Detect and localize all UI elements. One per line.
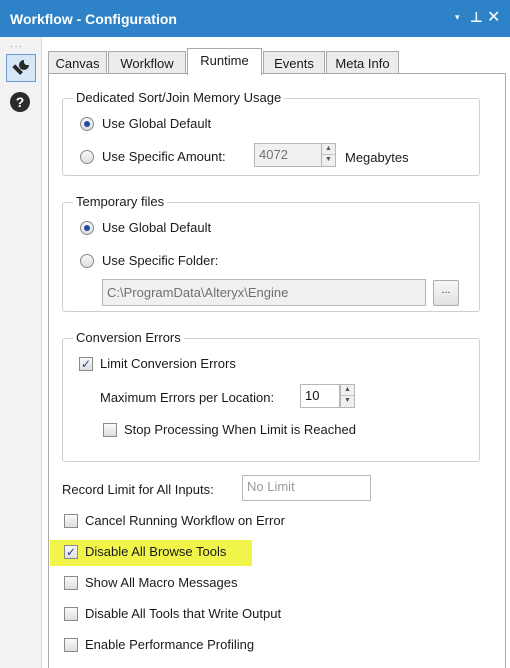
spin-up-icon[interactable]: ▲: [341, 385, 354, 396]
enable-profiling-checkbox[interactable]: [64, 638, 78, 652]
runtime-panel: Dedicated Sort/Join Memory Usage Use Glo…: [48, 73, 506, 668]
temp-files-group: Temporary files Use Global Default Use S…: [62, 194, 480, 312]
max-errors-label: Maximum Errors per Location:: [100, 390, 275, 405]
memory-global-label: Use Global Default: [102, 116, 212, 131]
conversion-errors-group: Conversion Errors ✓ Limit Conversion Err…: [62, 330, 480, 462]
memory-amount-spinner[interactable]: ▲ ▼: [321, 143, 336, 167]
tab-meta-info[interactable]: Meta Info: [326, 51, 399, 74]
memory-global-radio[interactable]: [80, 117, 94, 131]
show-macro-messages-label: Show All Macro Messages: [85, 575, 238, 590]
cancel-on-error-label: Cancel Running Workflow on Error: [85, 513, 285, 528]
memory-specific-radio[interactable]: [80, 150, 94, 164]
temp-global-radio[interactable]: [80, 221, 94, 235]
limit-conversion-label: Limit Conversion Errors: [100, 356, 236, 371]
memory-amount-input[interactable]: 4072: [254, 143, 322, 167]
tab-canvas[interactable]: Canvas: [48, 51, 107, 74]
window-title: Workflow - Configuration: [10, 11, 177, 27]
tab-workflow[interactable]: Workflow: [108, 51, 186, 74]
stop-processing-label: Stop Processing When Limit is Reached: [124, 422, 356, 437]
conversion-group-legend: Conversion Errors: [73, 330, 184, 345]
browse-folder-button[interactable]: ...: [433, 280, 459, 306]
memory-unit-label: Megabytes: [345, 150, 409, 165]
window-menu-dropdown-icon[interactable]: ▾: [455, 12, 460, 23]
config-sidebar: ··· ?: [0, 37, 42, 668]
max-errors-input[interactable]: 10: [300, 384, 340, 408]
help-icon[interactable]: ?: [10, 92, 30, 112]
wrench-icon[interactable]: [6, 54, 36, 82]
memory-group: Dedicated Sort/Join Memory Usage Use Glo…: [62, 90, 480, 176]
show-macro-messages-checkbox[interactable]: [64, 576, 78, 590]
temp-specific-radio[interactable]: [80, 254, 94, 268]
disable-browse-checkbox[interactable]: ✓: [64, 545, 78, 559]
title-bar: Workflow - Configuration ▾ ⊥ ✕: [0, 0, 510, 37]
pin-icon[interactable]: ⊥: [470, 9, 483, 26]
drag-handle-icon[interactable]: ···: [10, 41, 23, 52]
tab-runtime[interactable]: Runtime: [187, 48, 262, 75]
temp-group-legend: Temporary files: [73, 194, 168, 209]
record-limit-label: Record Limit for All Inputs:: [62, 482, 214, 497]
close-icon[interactable]: ✕: [487, 7, 500, 27]
record-limit-input[interactable]: No Limit: [242, 475, 371, 501]
max-errors-spinner[interactable]: ▲ ▼: [340, 384, 355, 408]
limit-conversion-checkbox[interactable]: ✓: [79, 357, 93, 371]
spin-down-icon[interactable]: ▼: [341, 396, 354, 407]
stop-processing-checkbox[interactable]: [103, 423, 117, 437]
disable-browse-label: Disable All Browse Tools: [85, 544, 227, 559]
cancel-on-error-checkbox[interactable]: [64, 514, 78, 528]
spin-down-icon[interactable]: ▼: [322, 155, 335, 166]
memory-specific-label: Use Specific Amount:: [102, 149, 226, 164]
temp-global-label: Use Global Default: [102, 220, 212, 235]
spin-up-icon[interactable]: ▲: [322, 144, 335, 155]
temp-folder-input[interactable]: C:\ProgramData\Alteryx\Engine: [102, 279, 426, 306]
disable-write-output-checkbox[interactable]: [64, 607, 78, 621]
temp-specific-label: Use Specific Folder:: [102, 253, 219, 268]
memory-group-legend: Dedicated Sort/Join Memory Usage: [73, 90, 285, 105]
tab-events[interactable]: Events: [263, 51, 325, 74]
enable-profiling-label: Enable Performance Profiling: [85, 637, 255, 652]
disable-write-output-label: Disable All Tools that Write Output: [85, 606, 282, 621]
